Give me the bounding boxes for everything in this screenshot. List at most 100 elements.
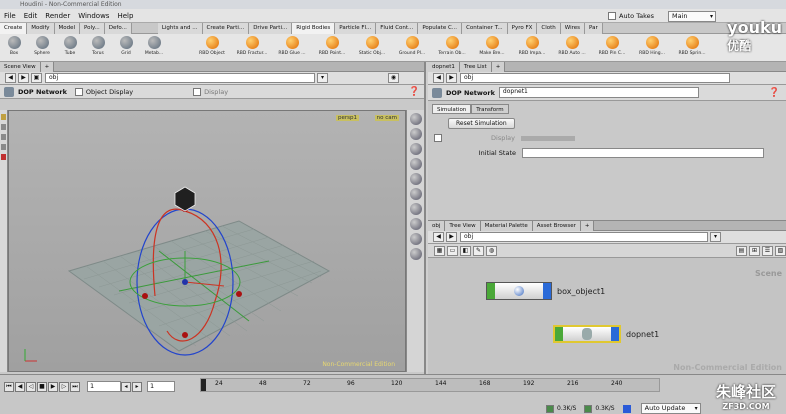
shelf-tab-modify[interactable]: Modify [27,22,55,34]
tool-metaball[interactable]: Metab... [140,34,168,62]
grid-toggle-icon[interactable]: ▤ [736,245,747,256]
add-tab-button[interactable]: + [491,61,506,72]
shelf-tab-rigid-bodies[interactable]: Rigid Bodies [292,22,336,34]
handle-point[interactable] [236,291,242,297]
tool-rbd-impact[interactable]: RBD Impa... [512,34,552,62]
node-box-object1[interactable]: box_object1 [486,282,605,300]
frame-field[interactable]: 1 [87,381,121,392]
palette-icon[interactable]: ◍ [486,245,497,256]
display-slider[interactable] [521,135,575,141]
display-checkbox[interactable] [193,87,202,96]
auto-takes-checkbox[interactable] [608,12,617,20]
forward-icon[interactable]: ▶ [18,73,29,83]
color-icon[interactable]: ◧ [460,245,471,256]
handle-center[interactable] [182,279,188,285]
pin-icon[interactable]: ◉ [388,73,399,83]
node-dopnet1[interactable]: dopnet1 [553,325,659,343]
step-forward-icon[interactable]: ▷ [59,381,69,392]
tool-rbd-auto[interactable]: RBD Auto ... [552,34,592,62]
layout-icon[interactable]: ▦ [434,245,445,256]
snap-icon[interactable] [409,113,422,125]
sticky-note-icon[interactable]: ▭ [447,245,458,256]
frame-stepper-icon[interactable]: ◂ [121,381,131,392]
tab-tree-list[interactable]: Tree List [459,61,492,72]
back-icon[interactable]: ◀ [433,232,444,242]
jump-start-icon[interactable]: ⏮ [4,381,14,392]
scene-path-field[interactable]: obj [45,73,315,83]
point-icon[interactable] [409,233,422,245]
tool-rbd-glue[interactable]: RBD Glue ... [272,34,312,62]
tab-asset-browser[interactable]: Asset Browser [532,220,581,231]
tab-parameters[interactable]: dopnet1 [428,61,460,72]
shelf-tab-deform[interactable]: Defo... [104,22,132,34]
tool-torus[interactable]: Torus [84,34,112,62]
tab-tree-view[interactable]: Tree View [445,220,481,231]
add-tab-button[interactable]: + [40,61,55,72]
move-tool-icon[interactable] [1,124,6,130]
scale-tool-icon[interactable] [1,144,6,150]
tab-transform[interactable]: Transform [471,104,509,114]
shading-icon[interactable] [409,143,422,155]
network-path-field[interactable]: obj [460,232,708,242]
back-icon[interactable]: ◀ [5,73,16,83]
wireframe-icon[interactable] [409,188,422,200]
texture-icon[interactable] [409,203,422,215]
step-back-icon[interactable]: ◀ [15,381,25,392]
shelf-tab-create[interactable]: Create [0,22,28,34]
viewport[interactable]: persp1 no cam Non-Commercial Edition [8,110,406,372]
shelf-tab-lights[interactable]: Lights and ... [157,22,203,34]
help-icon[interactable]: ❓ [409,87,420,97]
handle-point[interactable] [182,332,188,338]
list-icon[interactable]: ☰ [762,245,773,256]
tool-make-breakable[interactable]: Make Bre... [472,34,512,62]
tool-rbd-point[interactable]: RBD Point... [312,34,352,62]
tab-scene-view[interactable]: Scene View [0,61,41,72]
shelf-tab-drive-particles[interactable]: Drive Parti... [249,22,293,34]
ghost-icon[interactable] [409,218,422,230]
auto-update-select[interactable]: Auto Update [640,403,701,414]
play-icon[interactable]: ▶ [48,381,58,392]
shelf-tab-model[interactable]: Model [54,22,81,34]
folder-icon[interactable]: ▣ [31,73,42,83]
shelf-tab-cloth[interactable]: Cloth [537,22,561,34]
path-dropdown-icon[interactable]: ▾ [317,73,328,83]
tool-rbd-spring[interactable]: RBD Sprin... [672,34,712,62]
shelf-tab-fluid-containers[interactable]: Fluid Cont... [376,22,419,34]
tool-rbd-object[interactable]: RBD Object [192,34,232,62]
camera-icon[interactable] [409,173,422,185]
shelf-tab-wires[interactable]: Wires [560,22,586,34]
tool-static-object[interactable]: Static Obj... [352,34,392,62]
tile-icon[interactable]: ▧ [775,245,786,256]
tab-material-palette[interactable]: Material Palette [480,220,533,231]
node-name-field[interactable]: dopnet1 [498,87,699,98]
box-object[interactable] [174,186,196,212]
handle-point[interactable] [142,293,148,299]
shelf-tab-particle-fluids[interactable]: Particle Fl... [335,22,377,34]
tool-rbd-fracture[interactable]: RBD Fractur... [232,34,272,62]
add-tab-button[interactable]: + [580,220,595,231]
param-path-field[interactable]: obj [460,73,730,83]
display-icon[interactable] [409,128,422,140]
forward-icon[interactable]: ▶ [446,232,457,242]
param-display-checkbox[interactable] [434,134,442,142]
menu-edit[interactable]: Edit [20,9,42,23]
handle-tool-icon[interactable] [1,154,6,160]
menu-render[interactable]: Render [41,9,74,23]
shelf-tab-pyro-fx[interactable]: Pyro FX [507,22,538,34]
forward-icon[interactable]: ▶ [446,73,457,83]
initial-state-field[interactable] [522,148,764,158]
start-frame-field[interactable]: 1 [147,381,175,392]
help-icon[interactable]: ❓ [769,88,780,98]
tool-sphere[interactable]: Sphere [28,34,56,62]
menu-file[interactable]: File [0,9,20,23]
tab-simulation[interactable]: Simulation [432,104,472,114]
select-tool-icon[interactable] [1,114,6,120]
shelf-tab-populate-containers[interactable]: Populate C... [418,22,463,34]
tool-tube[interactable]: Tube [56,34,84,62]
desk-select[interactable]: Main [668,10,716,22]
tool-box[interactable]: Box [0,34,28,62]
shelf-tab-create-particles[interactable]: Create Parti... [202,22,250,34]
play-reverse-icon[interactable]: ◁ [26,381,36,392]
tool-rbd-pin[interactable]: RBD Pin C... [592,34,632,62]
back-icon[interactable]: ◀ [433,73,444,83]
